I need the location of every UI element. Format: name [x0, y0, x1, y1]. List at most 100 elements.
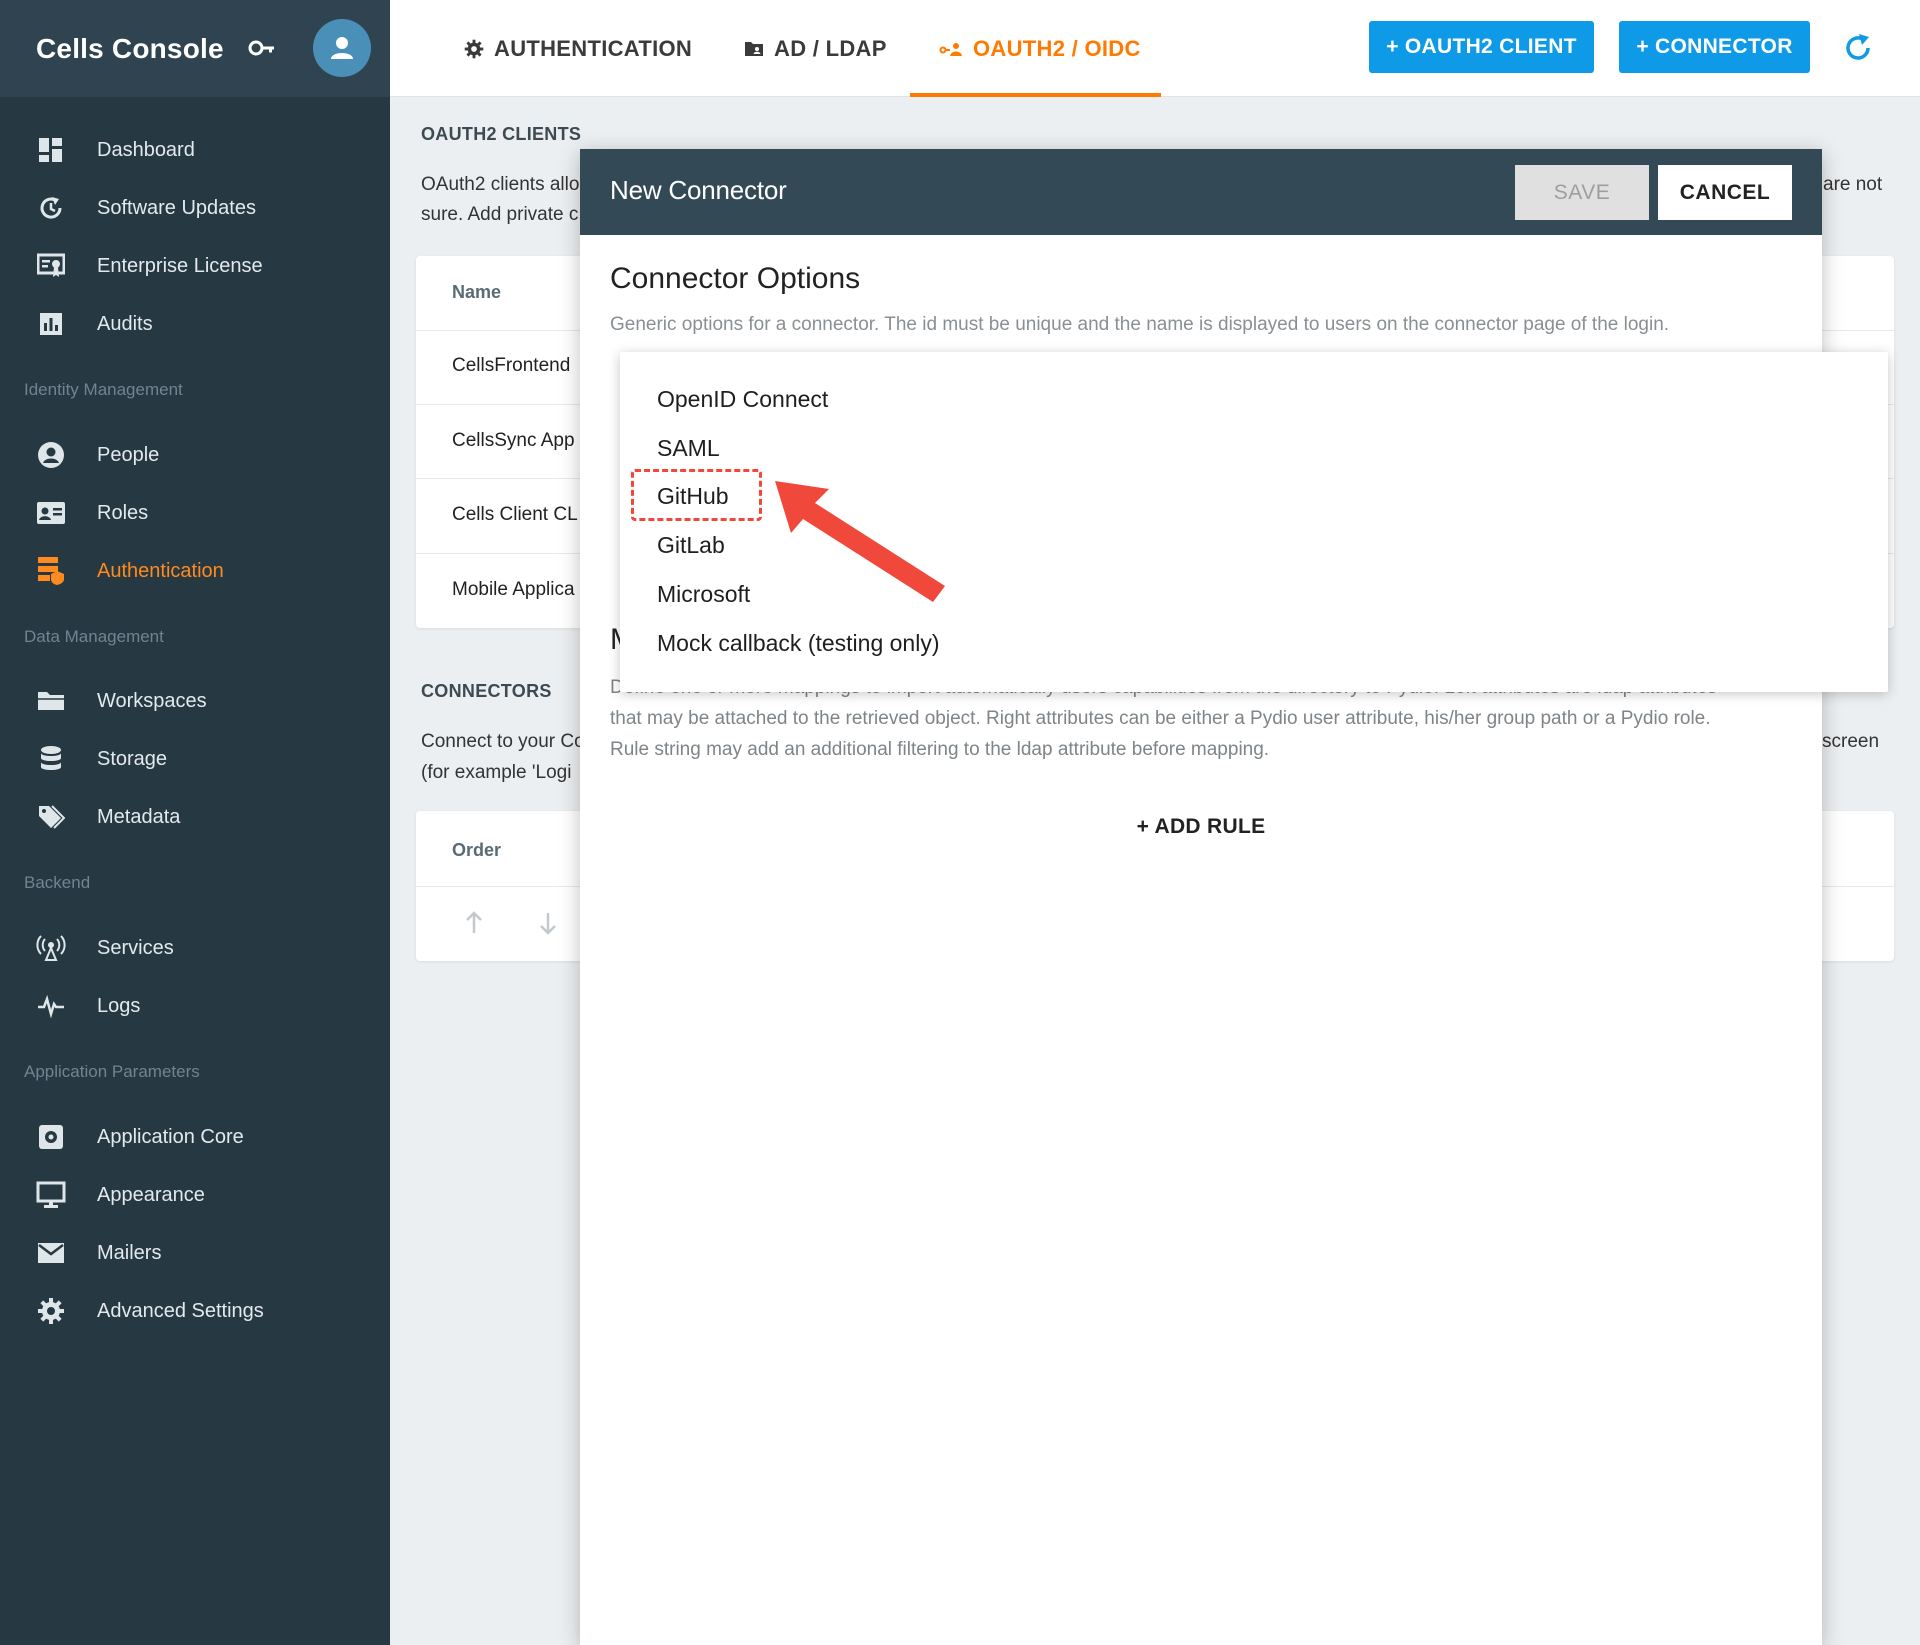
sidebar-item-label: Audits	[97, 312, 153, 335]
pointer-arrow-icon	[775, 481, 945, 602]
antenna-icon	[36, 933, 66, 963]
sidebar-item-label: Logs	[97, 994, 141, 1017]
key-user-icon	[939, 41, 963, 57]
sidebar: Cells Console Dashboard Software Updates…	[0, 0, 390, 1645]
sidebar-item-label: Storage	[97, 747, 168, 770]
connectors-description-right: screen	[1822, 731, 1880, 752]
avatar[interactable]	[313, 19, 371, 77]
option-openid-connect[interactable]: OpenID Connect	[657, 386, 828, 413]
id-card-icon	[36, 498, 66, 528]
option-microsoft[interactable]: Microsoft	[657, 581, 750, 608]
sidebar-item-dashboard[interactable]: Dashboard	[0, 124, 390, 176]
sidebar-item-label: Advanced Settings	[97, 1299, 264, 1322]
sidebar-item-audits[interactable]: Audits	[0, 298, 390, 350]
tab-label: AD / LDAP	[774, 35, 887, 61]
sidebar-item-metadata[interactable]: Metadata	[0, 791, 390, 843]
monitor-icon	[36, 1180, 66, 1210]
sidebar-item-label: Mailers	[97, 1241, 162, 1264]
arrow-down-icon[interactable]	[538, 911, 558, 935]
sidebar-item-label: Software Updates	[97, 196, 256, 219]
security-icon	[36, 556, 66, 586]
connectors-description: Connect to your Co	[421, 731, 585, 752]
sidebar-item-people[interactable]: People	[0, 429, 390, 481]
column-header-order: Order	[452, 840, 502, 860]
add-connector-button[interactable]: + CONNECTOR	[1619, 21, 1810, 73]
gear-icon	[464, 39, 484, 59]
table-row[interactable]: CellsFrontend	[452, 355, 570, 377]
sidebar-item-label: Workspaces	[97, 689, 207, 712]
add-oauth2-client-button[interactable]: + OAUTH2 CLIENT	[1369, 21, 1594, 73]
save-button[interactable]: SAVE	[1515, 165, 1649, 220]
tag-icon	[36, 802, 66, 832]
mail-icon	[36, 1238, 66, 1268]
sidebar-item-label: Services	[97, 936, 174, 959]
column-header-name: Name	[452, 282, 502, 302]
option-gitlab[interactable]: GitLab	[657, 532, 725, 559]
table-row[interactable]: CellsSync App	[452, 430, 575, 452]
sidebar-item-label: Roles	[97, 501, 149, 524]
dialog-title: New Connector	[610, 175, 787, 205]
connector-type-dropdown: OpenID Connect SAML GitHub GitLab Micros…	[620, 352, 1888, 692]
tab-label: AUTHENTICATION	[494, 35, 693, 61]
oauth2-clients-heading: OAUTH2 CLIENTS	[421, 124, 582, 144]
license-icon	[36, 251, 66, 281]
tab-ad-ldap[interactable]: AD / LDAP	[744, 0, 887, 97]
sidebar-item-storage[interactable]: Storage	[0, 733, 390, 785]
cancel-button[interactable]: CANCEL	[1658, 165, 1792, 220]
app-title: Cells Console	[36, 32, 224, 64]
pulse-icon	[36, 991, 66, 1021]
clients-description-right: are not	[1823, 174, 1883, 195]
table-row[interactable]: Mobile Applica	[452, 579, 575, 601]
top-bar: AUTHENTICATION AD / LDAP OAUTH2 / OIDC +…	[390, 0, 1920, 97]
dialog-header: New Connector SAVE CANCEL	[580, 149, 1822, 235]
folder-icon	[36, 686, 66, 716]
sidebar-item-appearance[interactable]: Appearance	[0, 1169, 390, 1221]
section-backend: Backend	[24, 873, 91, 892]
connector-options-description: Generic options for a connector. The id …	[610, 314, 1670, 335]
refresh-icon[interactable]	[1842, 32, 1874, 64]
clients-description: OAuth2 clients allo	[421, 174, 580, 195]
sidebar-header: Cells Console	[0, 0, 390, 97]
sidebar-item-label: Dashboard	[97, 138, 195, 161]
option-saml[interactable]: SAML	[657, 435, 720, 462]
chart-icon	[36, 309, 66, 339]
sidebar-item-services[interactable]: Services	[0, 922, 390, 974]
mappings-description-line: Rule string may add an additional filter…	[610, 739, 1270, 760]
user-icon	[331, 37, 353, 59]
option-mock-callback[interactable]: Mock callback (testing only)	[657, 630, 940, 657]
sidebar-item-mailers[interactable]: Mailers	[0, 1227, 390, 1279]
arrow-up-icon[interactable]	[464, 911, 484, 935]
clients-description-2: sure. Add private c	[421, 204, 579, 225]
add-rule-button[interactable]: + ADD RULE	[580, 815, 1822, 839]
sidebar-item-workspaces[interactable]: Workspaces	[0, 675, 390, 727]
sidebar-item-logs[interactable]: Logs	[0, 980, 390, 1032]
sidebar-item-label: Metadata	[97, 805, 181, 828]
key-icon[interactable]	[248, 36, 276, 60]
sidebar-item-application-core[interactable]: Application Core	[0, 1111, 390, 1163]
section-identity-management: Identity Management	[24, 380, 183, 399]
folder-account-icon	[744, 40, 764, 58]
tab-oauth2-oidc[interactable]: OAUTH2 / OIDC	[939, 0, 1141, 97]
sidebar-item-label: Enterprise License	[97, 254, 263, 277]
database-icon	[36, 744, 66, 774]
tab-label: OAUTH2 / OIDC	[973, 35, 1141, 61]
sidebar-item-label: Application Core	[97, 1125, 244, 1148]
tab-authentication[interactable]: AUTHENTICATION	[464, 0, 692, 97]
connectors-heading: CONNECTORS	[421, 681, 552, 701]
active-tab-indicator	[910, 93, 1161, 97]
sidebar-item-enterprise-license[interactable]: Enterprise License	[0, 240, 390, 292]
sidebar-item-advanced-settings[interactable]: Advanced Settings	[0, 1285, 390, 1337]
sidebar-item-label: Authentication	[97, 559, 224, 582]
sidebar-item-software-updates[interactable]: Software Updates	[0, 182, 390, 234]
highlight-box	[631, 469, 762, 521]
update-icon	[36, 193, 66, 223]
mappings-description-line: that may be attached to the retrieved ob…	[610, 708, 1711, 729]
sidebar-item-authentication[interactable]: Authentication	[0, 545, 390, 597]
connector-options-title: Connector Options	[610, 262, 861, 295]
table-row[interactable]: Cells Client CL	[452, 504, 578, 526]
sidebar-item-label: Appearance	[97, 1183, 205, 1206]
sidebar-item-roles[interactable]: Roles	[0, 487, 390, 539]
sidebar-item-label: People	[97, 443, 160, 466]
person-icon	[36, 440, 66, 470]
connectors-description-2: (for example 'Logi	[421, 762, 572, 783]
